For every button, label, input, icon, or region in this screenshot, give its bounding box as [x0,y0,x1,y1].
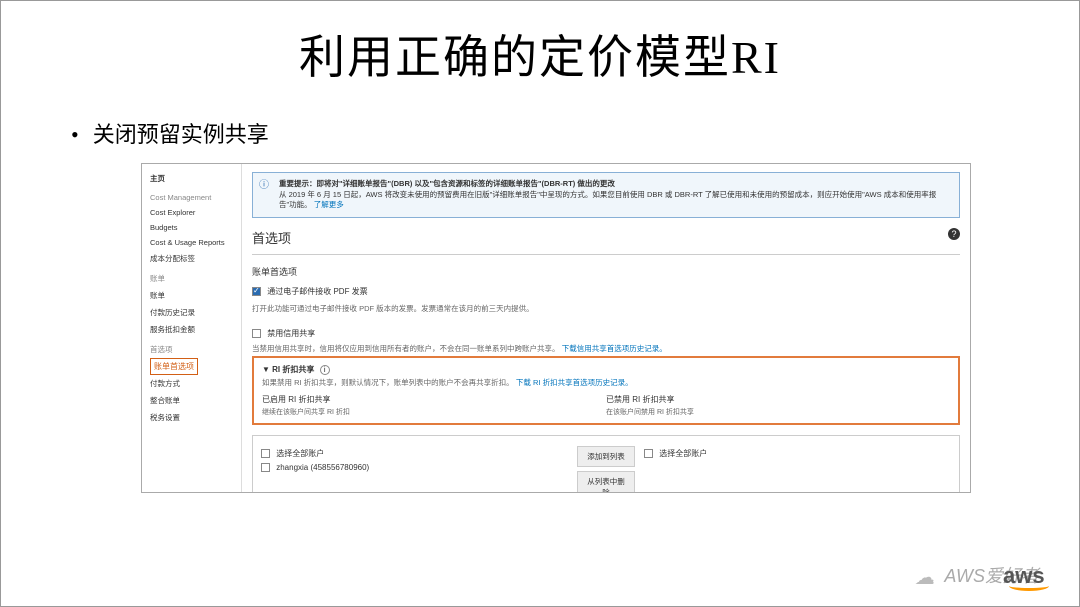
pdf-invoice-label: 通过电子邮件接收 PDF 发票 [267,287,367,296]
sidebar-item-payment-methods[interactable]: 付款方式 [150,375,241,392]
pdf-invoice-desc: 打开此功能可通过电子邮件接收 PDF 版本的发票。发票通常在该月的前三天内提供。 [252,303,960,314]
credit-sharing-desc: 当禁用信用共享时，信用将仅应用到信用所有者的账户，不会在同一账单系列中跨账户共享… [252,344,560,353]
wechat-icon [914,565,938,585]
transfer-buttons: 添加到列表 从列表中删除 [576,444,636,494]
checkbox-icon[interactable] [261,463,270,472]
sidebar-home[interactable]: 主页 [150,170,241,187]
select-all-left[interactable]: 选择全部账户 [261,448,568,459]
sidebar-item-budgets[interactable]: Budgets [150,220,241,235]
sidebar-group-header: 首选项 [150,344,241,355]
ri-disabled-column: 已禁用 RI 折扣共享 在该账户间禁用 RI 折扣共享 [606,394,950,417]
sidebar-item-credits[interactable]: 服务抵扣金额 [150,321,241,338]
pdf-invoice-option[interactable]: 通过电子邮件接收 PDF 发票 [252,286,960,297]
credit-history-link[interactable]: 下载信用共享首选项历史记录。 [562,344,667,353]
alert-learn-more-link[interactable]: 了解更多 [314,200,344,209]
checkbox-icon[interactable] [252,329,261,338]
available-accounts-list: 选择全部账户 zhangxia (458556780960) [261,444,568,494]
account-transfer-panel: 选择全部账户 zhangxia (458556780960) 添加到列表 从列表… [252,435,960,494]
sidebar-group-header: 账单 [150,273,241,284]
ri-disabled-heading: 已禁用 RI 折扣共享 [606,394,950,405]
aws-console-screenshot: 主页 Cost Management Cost Explorer Budgets… [141,163,971,493]
ri-desc: 如果禁用 RI 折扣共享，则默认情况下，账单列表中的账户不会再共享折扣。 [262,378,514,387]
sidebar-item-billing-preferences[interactable]: 账单首选项 [150,358,198,375]
checkbox-icon[interactable] [261,449,270,458]
ri-discount-sharing-panel: ▼ RI 折扣共享 i 如果禁用 RI 折扣共享，则默认情况下，账单列表中的账户… [252,356,960,425]
remove-from-list-button[interactable]: 从列表中删除 [577,471,635,494]
sidebar-group-header: Cost Management [150,193,241,202]
ri-disabled-sub: 在该账户间禁用 RI 折扣共享 [606,407,950,417]
account-label: zhangxia (458556780960) [276,463,369,472]
ri-enabled-sub: 继续在该账户间共享 RI 折扣 [262,407,606,417]
sidebar-item-cost-explorer[interactable]: Cost Explorer [150,205,241,220]
credit-sharing-option[interactable]: 禁用信用共享 [252,328,960,339]
sidebar-item-bills[interactable]: 账单 [150,287,241,304]
checkbox-icon[interactable] [644,449,653,458]
checkbox-checked-icon[interactable] [252,287,261,296]
caret-down-icon: ▼ [262,365,270,374]
sidebar-item-tax-settings[interactable]: 税务设置 [150,409,241,426]
section-heading: 账单首选项 [252,265,960,278]
aws-logo: aws [1003,563,1049,591]
credit-sharing-label: 禁用信用共享 [267,329,315,338]
select-all-right[interactable]: 选择全部账户 [644,448,951,459]
main-panel: ⓘ 重要提示：即将对"详细账单报告"(DBR) 以及"包含资源和标签的详细账单报… [242,164,970,492]
add-to-list-button[interactable]: 添加到列表 [577,446,635,467]
ri-history-link[interactable]: 下载 RI 折扣共享首选项历史记录。 [516,378,633,387]
sidebar-item-payment-history[interactable]: 付款历史记录 [150,304,241,321]
sidebar-item-cost-allocation[interactable]: 成本分配标签 [150,250,241,267]
page-title: 首选项 ? [252,228,960,247]
alert-heading: 重要提示：即将对"详细账单报告"(DBR) 以及"包含资源和标签的详细账单报告"… [279,179,615,188]
sidebar: 主页 Cost Management Cost Explorer Budgets… [142,164,242,492]
sidebar-item-consolidated-billing[interactable]: 整合账单 [150,392,241,409]
ri-panel-header[interactable]: ▼ RI 折扣共享 i [262,364,950,375]
info-alert: ⓘ 重要提示：即将对"详细账单报告"(DBR) 以及"包含资源和标签的详细账单报… [252,172,960,218]
divider [252,254,960,255]
info-icon[interactable]: i [320,365,330,375]
alert-body: 从 2019 年 6 月 15 日起，AWS 将改变未使用的预留费用在旧版"详细… [279,190,936,210]
bullet-item: 关闭预留实例共享 [71,117,1039,149]
selected-accounts-list: 选择全部账户 [644,444,951,494]
ri-enabled-heading: 已启用 RI 折扣共享 [262,394,606,405]
help-icon[interactable]: ? [948,228,960,240]
info-icon: ⓘ [259,179,269,193]
account-row[interactable]: zhangxia (458556780960) [261,463,568,472]
slide: 利用正确的定价模型RI 关闭预留实例共享 主页 Cost Management … [0,0,1080,607]
ri-enabled-column: 已启用 RI 折扣共享 继续在该账户间共享 RI 折扣 [262,394,606,417]
slide-title: 利用正确的定价模型RI [41,21,1039,87]
sidebar-item-cur[interactable]: Cost & Usage Reports [150,235,241,250]
